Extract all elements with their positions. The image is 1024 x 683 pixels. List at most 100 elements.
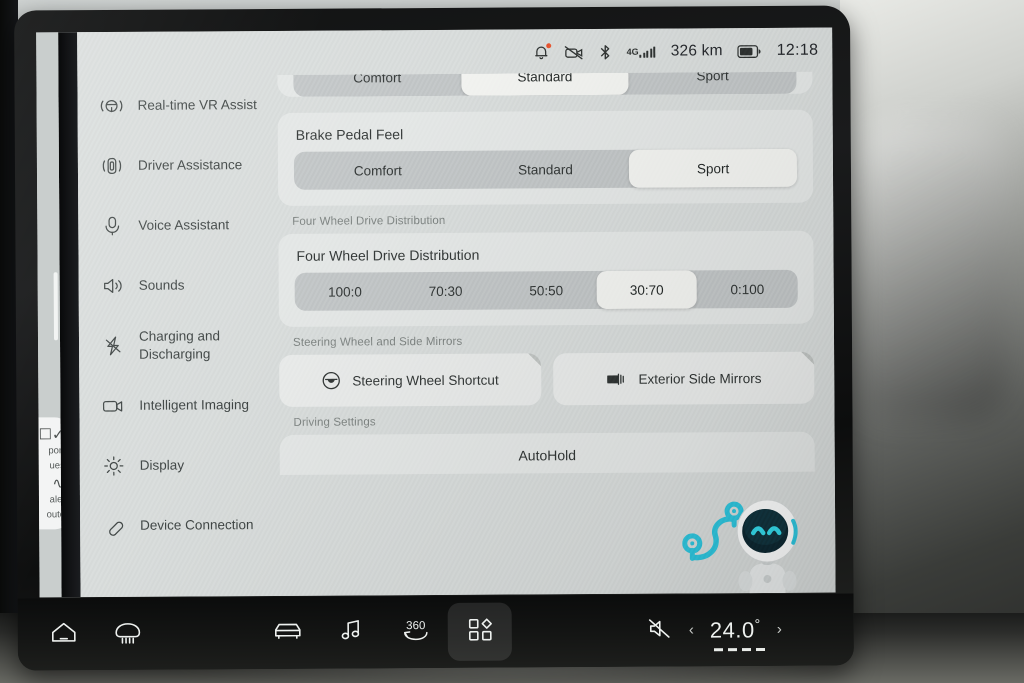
chevron-right-icon[interactable]: › bbox=[777, 621, 782, 638]
left-panel-card-line3: alet bbox=[49, 494, 62, 506]
battery-icon bbox=[737, 44, 762, 58]
driving-settings-card: AutoHold bbox=[279, 431, 815, 475]
sidebar-item-label: Real-time VR Assist bbox=[137, 96, 257, 113]
steering-wheel-shortcut-card[interactable]: Steering Wheel Shortcut bbox=[279, 353, 541, 407]
clipped-option-comfort[interactable]: Comfort bbox=[293, 72, 461, 97]
dock-button-apps[interactable] bbox=[447, 602, 512, 661]
sidebar-item-sounds[interactable]: Sounds bbox=[78, 255, 274, 316]
svg-text:360: 360 bbox=[406, 620, 425, 632]
link-icon bbox=[102, 514, 126, 538]
bottom-dock: 360 ‹ 24.0° › bbox=[17, 593, 855, 671]
sidebar-item-label: Sounds bbox=[138, 277, 185, 293]
clipped-top-segmented-control[interactable]: Comfort Standard Sport bbox=[293, 71, 797, 97]
dock-button-defrost[interactable] bbox=[96, 605, 160, 663]
lightning-bolt-icon bbox=[101, 334, 125, 358]
sidebar-item-real-time-vr-assist[interactable]: Real-time VR Assist bbox=[77, 75, 273, 136]
sidebar-item-label: Driver Assistance bbox=[137, 157, 243, 173]
dock-button-home[interactable] bbox=[32, 605, 96, 663]
infotainment-screen: ☐✓ port ues ∿ alet oute 4G 326 km 12:18 … bbox=[36, 27, 836, 598]
steering-mirrors-row: Steering Wheel Shortcut Exterior Side Mi… bbox=[279, 351, 815, 407]
left-panel-card[interactable]: ☐✓ port ues ∿ alet oute bbox=[36, 417, 62, 530]
sidebar-item-label: Display bbox=[139, 457, 185, 473]
sidebar-item-driver-assistance[interactable]: Driver Assistance bbox=[78, 135, 274, 196]
brake-pedal-feel-segmented-control[interactable]: Comfort Standard Sport bbox=[293, 148, 798, 190]
voice-assistant-mascot[interactable] bbox=[679, 481, 810, 598]
360-view-icon: 360 bbox=[398, 616, 434, 649]
four-wheel-drive-segmented-control[interactable]: 100:0 70:30 50:50 30:70 0:100 bbox=[294, 269, 798, 311]
clock: 12:18 bbox=[776, 41, 819, 59]
left-panel-card-line4: oute bbox=[46, 508, 62, 520]
temperature-control: ‹ 24.0° › bbox=[689, 616, 782, 651]
fwd-option-30-70[interactable]: 30:70 bbox=[596, 270, 698, 310]
sidebar-item-device-connection[interactable]: Device Connection bbox=[80, 495, 276, 556]
sidebar-item-intelligent-imaging[interactable]: Intelligent Imaging bbox=[79, 375, 275, 436]
sidebar-item-voice-assistant[interactable]: Voice Assistant bbox=[78, 195, 274, 256]
status-bar: 4G 326 km 12:18 bbox=[534, 36, 819, 68]
camera-icon bbox=[101, 394, 125, 418]
fwd-option-0-100[interactable]: 0:100 bbox=[697, 270, 798, 309]
left-panel-card-line1: port bbox=[48, 445, 62, 457]
route-icon: ∿ bbox=[52, 475, 62, 493]
exterior-side-mirrors-card[interactable]: Exterior Side Mirrors bbox=[552, 351, 815, 406]
settings-pane: 4G 326 km 12:18 Real-time VR Assist Driv… bbox=[77, 27, 836, 598]
speaker-icon bbox=[101, 274, 125, 298]
signal-bars-icon: 4G bbox=[626, 46, 656, 58]
bluetooth-icon[interactable] bbox=[600, 43, 612, 60]
four-wheel-drive-card: Four Wheel Drive Distribution 100:0 70:3… bbox=[278, 230, 814, 327]
clipped-top-segment-card: Comfort Standard Sport bbox=[277, 71, 813, 97]
scroll-indicator[interactable] bbox=[53, 272, 59, 341]
dock-button-media[interactable] bbox=[320, 603, 384, 661]
clipped-option-sport[interactable]: Sport bbox=[629, 72, 797, 95]
home-icon bbox=[49, 619, 79, 650]
report-icon: ☐✓ bbox=[38, 426, 62, 444]
dock-climate-controls: ‹ 24.0° › bbox=[647, 615, 854, 651]
dock-button-surround-view[interactable]: 360 bbox=[384, 603, 448, 661]
microphone-icon bbox=[100, 214, 124, 238]
exterior-side-mirrors-label: Exterior Side Mirrors bbox=[638, 370, 762, 387]
settings-sidebar: Real-time VR Assist Driver Assistance Vo… bbox=[77, 75, 276, 597]
fwd-option-100-0[interactable]: 100:0 bbox=[295, 272, 396, 311]
sidebar-item-label: Voice Assistant bbox=[138, 217, 230, 233]
clipped-option-standard[interactable]: Standard bbox=[460, 71, 629, 96]
temperature-slider-track[interactable] bbox=[713, 647, 768, 651]
chevron-left-icon[interactable]: ‹ bbox=[689, 622, 694, 639]
autohold-label: AutoHold bbox=[518, 447, 577, 464]
steering-wheel-icon bbox=[321, 371, 341, 391]
dock-buttons: 360 bbox=[18, 602, 512, 664]
dock-button-car-controls[interactable] bbox=[256, 604, 320, 662]
music-note-icon bbox=[339, 617, 365, 648]
fwd-option-70-30[interactable]: 70:30 bbox=[395, 272, 496, 311]
infotainment-display-bezel: ☐✓ port ues ∿ alet oute 4G 326 km 12:18 … bbox=[13, 5, 855, 671]
brake-pedal-feel-card: Brake Pedal Feel Comfort Standard Sport bbox=[277, 109, 814, 206]
photo-scene: ☐✓ port ues ∿ alet oute 4G 326 km 12:18 … bbox=[0, 0, 1024, 683]
network-type-label: 4G bbox=[626, 46, 639, 57]
sidebar-item-label: Charging and Discharging bbox=[138, 328, 221, 362]
card-corner-indicator bbox=[801, 351, 815, 365]
brake-option-comfort[interactable]: Comfort bbox=[294, 151, 462, 190]
left-panel-card-line2: ues bbox=[49, 460, 62, 472]
temperature-number: 24.0 bbox=[709, 617, 755, 643]
range-display: 326 km bbox=[670, 42, 723, 60]
volume-mute-icon[interactable] bbox=[647, 616, 673, 645]
camera-off-icon[interactable] bbox=[565, 45, 585, 60]
driver-assistance-icon bbox=[100, 154, 124, 178]
brake-pedal-feel-title: Brake Pedal Feel bbox=[295, 126, 404, 143]
temperature-value[interactable]: 24.0° bbox=[709, 616, 768, 651]
sidebar-item-charging-and-discharging[interactable]: Charging and Discharging bbox=[79, 315, 275, 376]
left-partial-panel[interactable]: ☐✓ port ues ∿ alet oute bbox=[36, 32, 62, 598]
side-mirror-icon bbox=[605, 370, 627, 388]
bell-icon[interactable] bbox=[534, 42, 552, 61]
card-corner-indicator bbox=[527, 353, 541, 367]
brake-option-sport[interactable]: Sport bbox=[629, 148, 798, 188]
four-wheel-drive-title: Four Wheel Drive Distribution bbox=[296, 246, 480, 264]
car-icon bbox=[271, 618, 305, 647]
sidebar-item-display[interactable]: Display bbox=[80, 435, 276, 496]
notification-badge bbox=[546, 42, 552, 48]
sidebar-item-label: Device Connection bbox=[140, 516, 254, 533]
brightness-sun-icon bbox=[102, 454, 126, 478]
steering-wheel-shortcut-label: Steering Wheel Shortcut bbox=[352, 372, 499, 388]
fwd-option-50-50[interactable]: 50:50 bbox=[496, 271, 597, 310]
sidebar-item-label: Intelligent Imaging bbox=[139, 397, 250, 413]
brake-option-standard[interactable]: Standard bbox=[462, 150, 630, 189]
app-grid-icon bbox=[466, 615, 494, 648]
